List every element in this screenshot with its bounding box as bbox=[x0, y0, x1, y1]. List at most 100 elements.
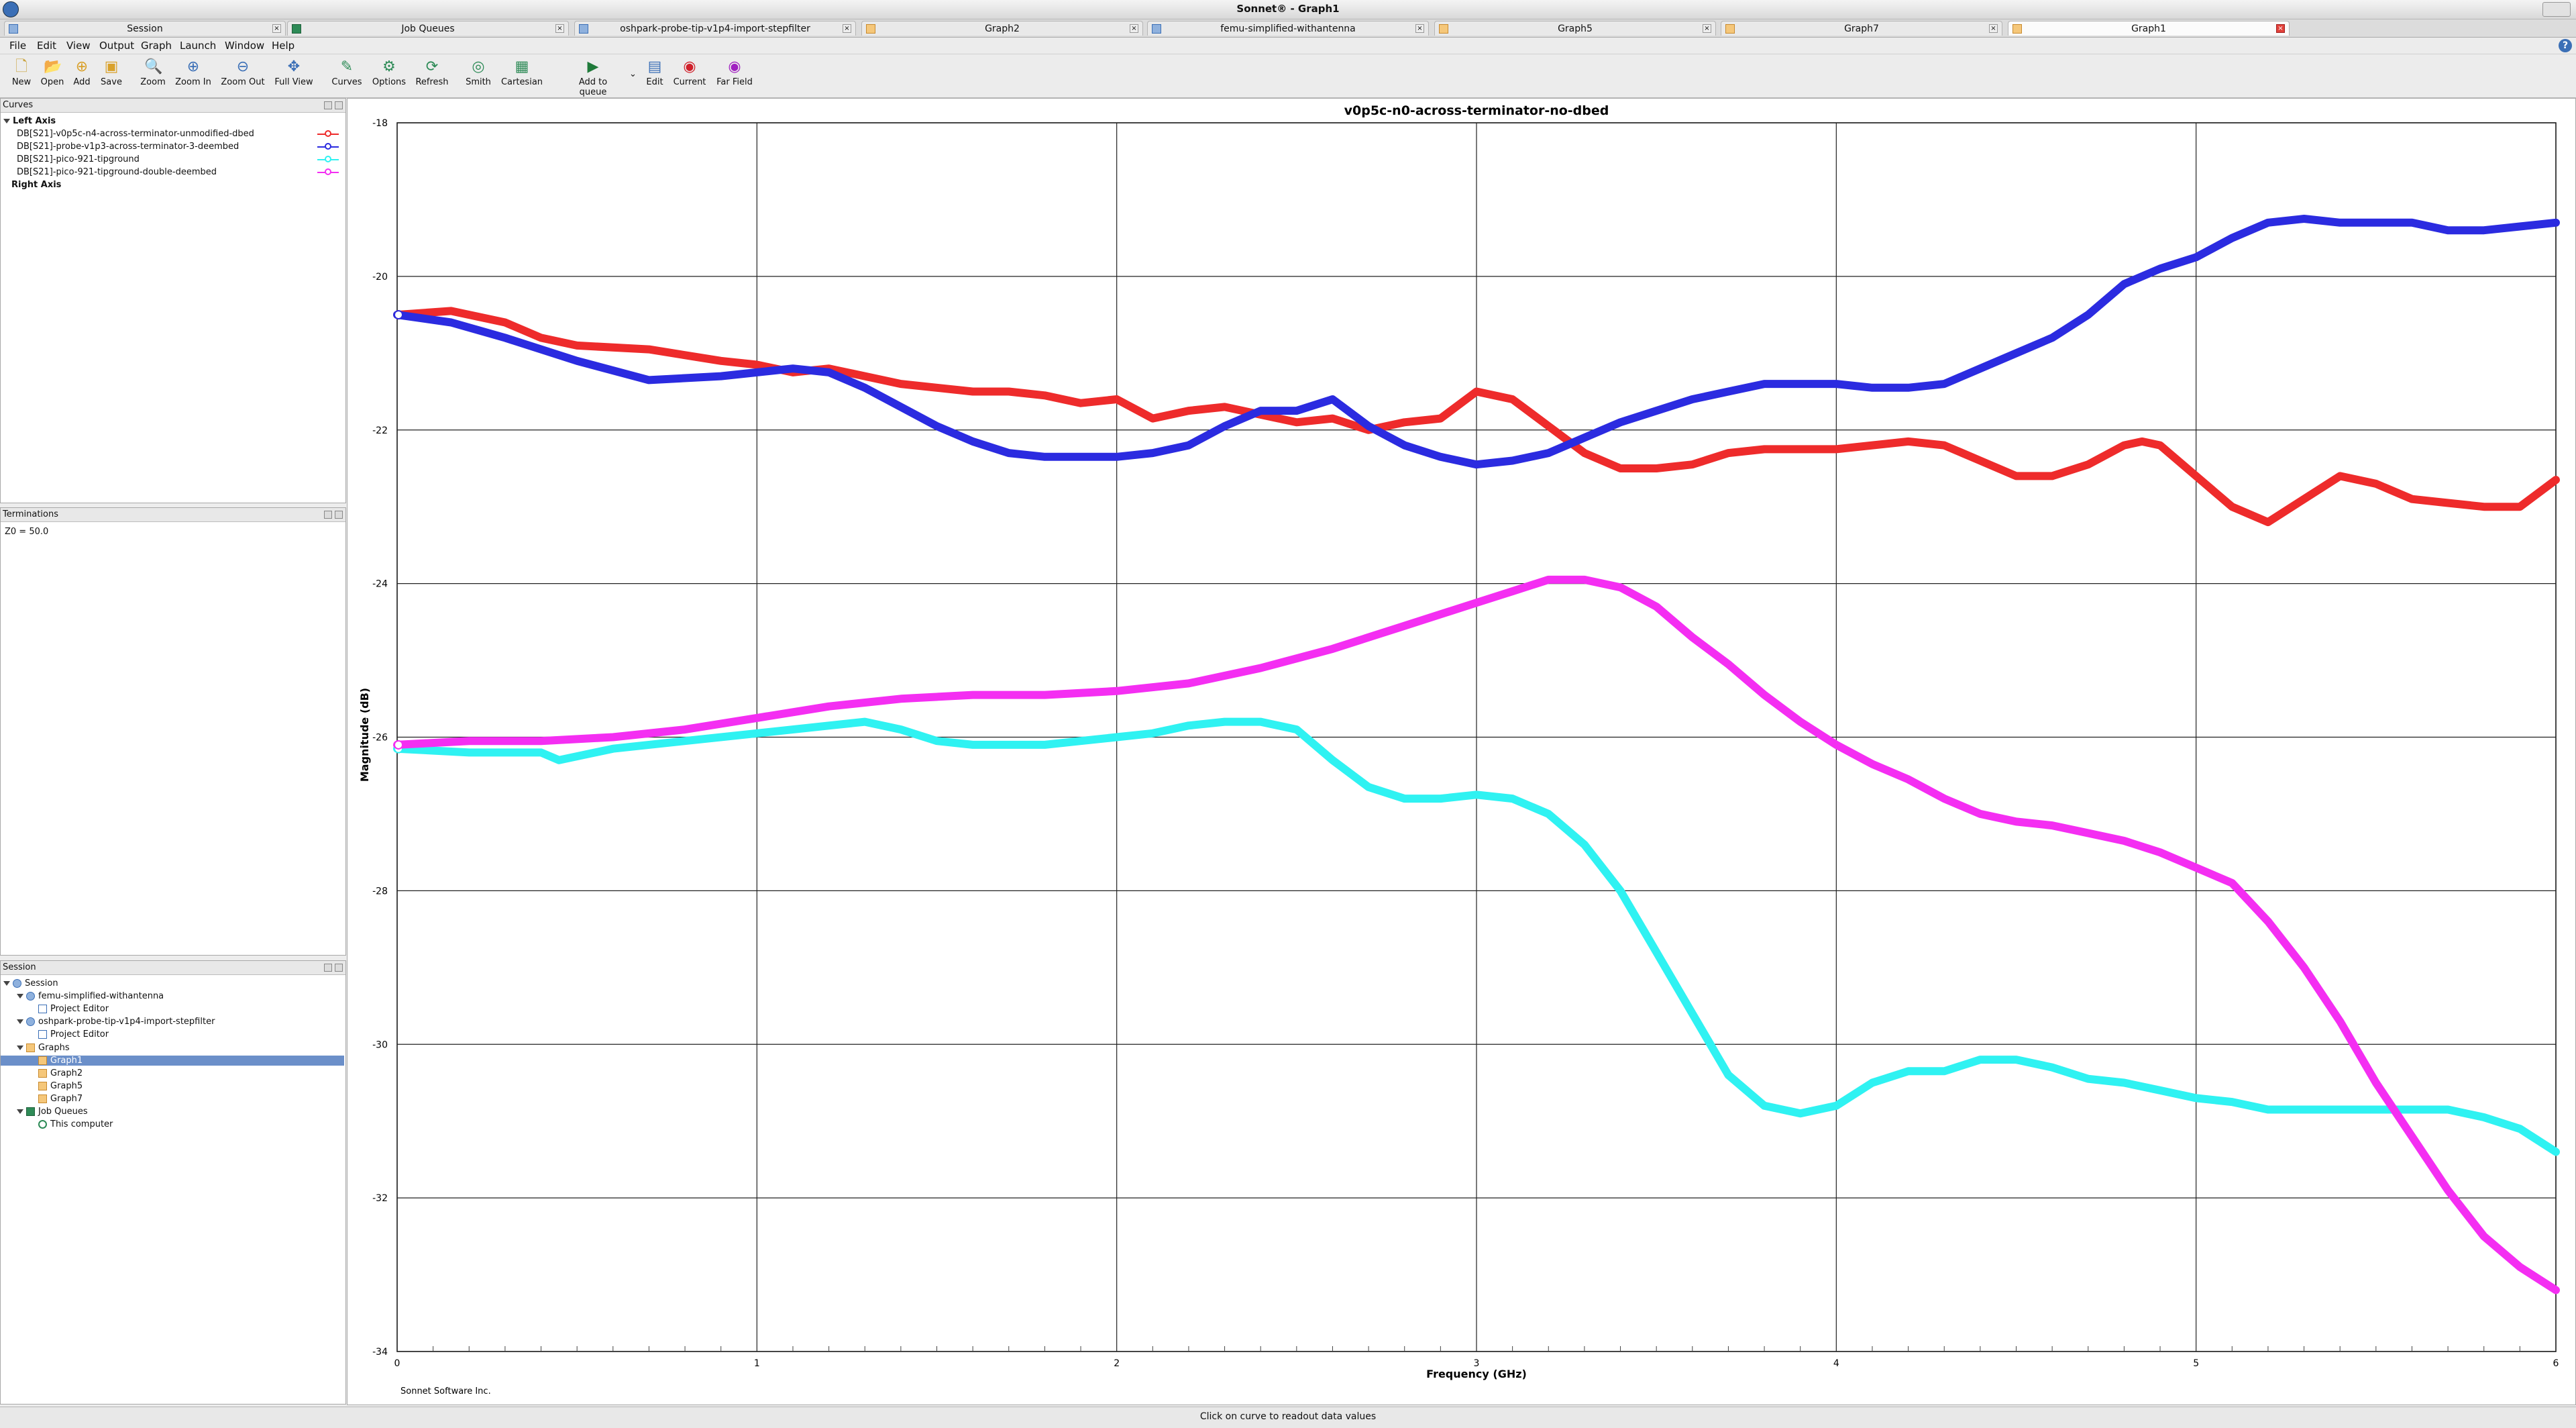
session-tree-label: Project Editor bbox=[50, 1029, 109, 1040]
graph-icon bbox=[38, 1068, 47, 1078]
x-tick-label: 6 bbox=[2553, 1358, 2559, 1369]
session-tree-item[interactable]: oshpark-probe-tip-v1p4-import-stepfilter bbox=[17, 1017, 215, 1027]
graph-area[interactable]: 0 1 2 3 4 5 6 -18 -20 -22 -24 -26 -28 -30 -32 -34 v0p5c… bbox=[347, 98, 2576, 1405]
collapse-arrow-icon[interactable] bbox=[17, 1045, 23, 1050]
y-tick-label: -20 bbox=[372, 272, 388, 283]
tab-graph1[interactable]: Graph1 × bbox=[2008, 21, 2290, 36]
termination-z0: Z0 = 50.0 bbox=[5, 527, 49, 537]
collapse-arrow-icon[interactable] bbox=[17, 1109, 23, 1114]
help-icon[interactable]: ? bbox=[2559, 39, 2572, 52]
panel-float-icon[interactable] bbox=[324, 101, 332, 109]
cartesian-button[interactable]: ▦ Cartesian bbox=[495, 58, 549, 87]
menu-launch[interactable]: Launch bbox=[180, 40, 216, 52]
session-tree-item[interactable]: Project Editor bbox=[38, 1004, 109, 1014]
session-tree-label: Graph5 bbox=[50, 1080, 83, 1091]
curve-item[interactable]: DB[S21]-probe-v1p3-across-terminator-3-d… bbox=[17, 142, 239, 152]
panel-close-icon[interactable] bbox=[335, 101, 343, 109]
toolbar-label: Zoom Out bbox=[221, 77, 265, 87]
panel-float-icon[interactable] bbox=[324, 511, 332, 519]
session-tree-item[interactable]: femu-simplified-withantenna bbox=[17, 991, 164, 1001]
session-tree-item[interactable]: Session bbox=[3, 978, 58, 988]
edit-icon: ▤ bbox=[647, 58, 662, 75]
session-tree-item[interactable]: Graphs bbox=[17, 1043, 70, 1053]
session-tree-label: This computer bbox=[50, 1119, 113, 1130]
add-to-queue-button[interactable]: ▶ Add to queue bbox=[566, 58, 620, 97]
tab-graph5[interactable]: Graph5 × bbox=[1434, 21, 1716, 36]
menu-window[interactable]: Window bbox=[225, 40, 264, 52]
x-tick-label: 0 bbox=[394, 1358, 400, 1369]
session-tree-label: Graph7 bbox=[50, 1093, 83, 1104]
curve-item[interactable]: DB[S21]-pico-921-tipground-double-deembe… bbox=[17, 167, 217, 177]
menu-view[interactable]: View bbox=[66, 40, 91, 52]
queue-dropdown-icon[interactable]: ⌄ bbox=[629, 69, 637, 79]
close-tab-icon[interactable]: × bbox=[1703, 24, 1711, 33]
close-tab-icon[interactable]: × bbox=[843, 24, 851, 33]
session-tree-item[interactable]: Graph5 bbox=[38, 1081, 83, 1091]
session-tree-item[interactable]: Project Editor bbox=[38, 1029, 109, 1039]
tab-graph7[interactable]: Graph7 × bbox=[1721, 21, 2002, 36]
collapse-arrow-icon[interactable] bbox=[3, 119, 10, 123]
right-axis-node[interactable]: Right Axis bbox=[11, 180, 61, 190]
menu-edit[interactable]: Edit bbox=[37, 40, 56, 52]
curve-swatch-icon bbox=[317, 168, 339, 176]
tab-graph2[interactable]: Graph2 × bbox=[861, 21, 1143, 36]
left-axis-node[interactable]: Left Axis bbox=[3, 116, 56, 126]
session-tree-item[interactable]: Graph1 bbox=[1, 1055, 344, 1066]
collapse-arrow-icon[interactable] bbox=[3, 981, 10, 986]
add-to-queue-icon: ▶ bbox=[587, 58, 599, 75]
tab-femu-simplified-withantenna[interactable]: femu-simplified-withantenna × bbox=[1147, 21, 1429, 36]
collapse-arrow-icon[interactable] bbox=[17, 994, 23, 999]
close-tab-icon[interactable]: × bbox=[1130, 24, 1138, 33]
editor-icon bbox=[38, 1005, 47, 1014]
session-tree-item[interactable]: Graph2 bbox=[38, 1068, 83, 1078]
close-tab-icon[interactable]: × bbox=[555, 24, 564, 33]
toolbar-label: Curves bbox=[331, 77, 362, 87]
x-axis-label: Frequency (GHz) bbox=[1426, 1368, 1527, 1380]
menu-help[interactable]: Help bbox=[272, 40, 294, 52]
y-tick-label: -26 bbox=[372, 733, 388, 744]
series-start-marker[interactable] bbox=[394, 310, 403, 320]
graph-icon bbox=[1439, 24, 1448, 34]
tab-oshpark-probe-tip-v1p4-import-stepfilter[interactable]: oshpark-probe-tip-v1p4-import-stepfilter… bbox=[574, 21, 856, 36]
session-tree-label: oshpark-probe-tip-v1p4-import-stepfilter bbox=[38, 1017, 215, 1027]
curve-item[interactable]: DB[S21]-v0p5c-n4-across-terminator-unmod… bbox=[17, 129, 254, 139]
session-tree-item[interactable]: Graph7 bbox=[38, 1094, 83, 1104]
curve-item-label: DB[S21]-pico-921-tipground bbox=[17, 154, 140, 164]
session-tree-item[interactable]: This computer bbox=[38, 1119, 113, 1129]
y-tick-label: -18 bbox=[372, 118, 388, 129]
tab-session[interactable]: Session × bbox=[4, 21, 286, 36]
menu-graph[interactable]: Graph bbox=[141, 40, 172, 52]
toolbar-label: Zoom In bbox=[175, 77, 211, 87]
menu-output[interactable]: Output bbox=[99, 40, 134, 52]
session-tree-label: Graphs bbox=[38, 1042, 70, 1053]
zoom-in-button[interactable]: ⊕ Zoom In bbox=[166, 58, 220, 87]
project-icon bbox=[26, 1017, 35, 1027]
window-controls[interactable] bbox=[2542, 2, 2571, 17]
far-field-button[interactable]: ◉ Far Field bbox=[708, 58, 761, 87]
zoom-out-button[interactable]: ⊖ Zoom Out bbox=[216, 58, 270, 87]
panel-float-icon[interactable] bbox=[324, 964, 332, 972]
toolbar-label: Full View bbox=[274, 77, 313, 87]
s21-chart[interactable]: 0 1 2 3 4 5 6-18-20-22-24-26-28-30-32-34 v0p5c… bbox=[347, 99, 2575, 1405]
project-icon bbox=[1152, 24, 1161, 34]
curve-item[interactable]: DB[S21]-pico-921-tipground bbox=[17, 154, 140, 164]
panel-close-icon[interactable] bbox=[335, 511, 343, 519]
x-tick-label: 4 bbox=[1833, 1358, 1839, 1369]
close-tab-icon[interactable]: × bbox=[2276, 24, 2285, 33]
y-tick-label: -32 bbox=[372, 1193, 388, 1204]
series-start-marker[interactable] bbox=[394, 740, 403, 750]
refresh-button[interactable]: ⟳ Refresh bbox=[405, 58, 459, 87]
session-tree-label: Graph2 bbox=[50, 1068, 83, 1078]
session-tree-item[interactable]: Job Queues bbox=[17, 1107, 88, 1117]
curves-panel-header: Curves bbox=[1, 99, 345, 113]
menu-file[interactable]: File bbox=[9, 40, 26, 52]
close-tab-icon[interactable]: × bbox=[1415, 24, 1424, 33]
refresh-icon: ⟳ bbox=[425, 58, 439, 75]
full-view-button[interactable]: ✥ Full View bbox=[267, 58, 321, 87]
close-tab-icon[interactable]: × bbox=[1989, 24, 1998, 33]
collapse-arrow-icon[interactable] bbox=[17, 1019, 23, 1025]
tab-job-queues[interactable]: Job Queues × bbox=[287, 21, 569, 36]
session-tree-label: Session bbox=[25, 978, 58, 988]
close-tab-icon[interactable]: × bbox=[272, 24, 281, 33]
panel-close-icon[interactable] bbox=[335, 964, 343, 972]
